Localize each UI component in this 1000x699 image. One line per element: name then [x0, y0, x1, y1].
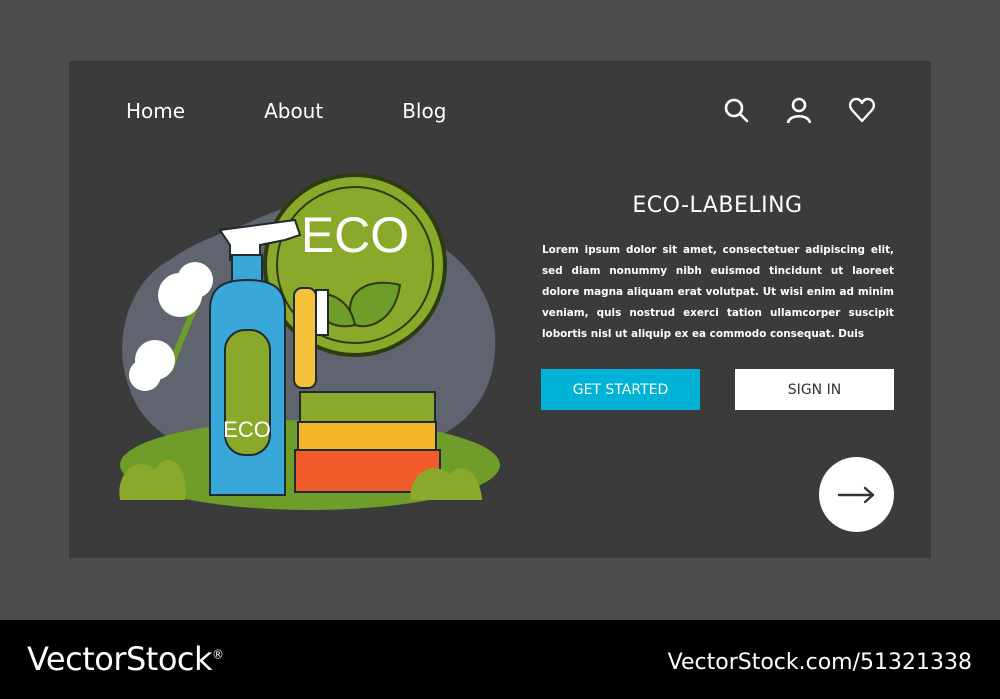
search-icon[interactable] — [722, 96, 750, 124]
badge-text: ECO — [301, 207, 409, 263]
header-icons — [722, 96, 876, 124]
hero-title: ECO-LABELING — [632, 193, 803, 218]
watermark-url: VectorStock.com/51321338 — [667, 650, 972, 675]
nav-blog[interactable]: Blog — [402, 99, 446, 123]
bottle-label: ECO — [223, 417, 271, 442]
user-icon[interactable] — [785, 96, 813, 124]
top-nav: Home About Blog — [126, 99, 525, 123]
eco-badge: ECO — [263, 173, 447, 357]
next-button[interactable] — [819, 457, 894, 532]
nav-about[interactable]: About — [264, 99, 323, 123]
nav-home[interactable]: Home — [126, 99, 185, 123]
arrow-right-icon — [837, 486, 874, 503]
eco-illustration: ECO ECO — [119, 173, 500, 510]
vectorstock-logo: VectorStock® — [27, 640, 224, 678]
get-started-button[interactable]: GET STARTED — [541, 369, 700, 410]
watermark-bar: VectorStock® VectorStock.com/51321338 — [0, 620, 1000, 699]
sign-in-button[interactable]: SIGN IN — [735, 369, 894, 410]
hero-description: Lorem ipsum dolor sit amet, consectetuer… — [542, 244, 894, 340]
heart-icon[interactable] — [848, 96, 876, 124]
logo-text: VectorStock — [27, 640, 213, 678]
logo-mark: ® — [212, 647, 224, 662]
